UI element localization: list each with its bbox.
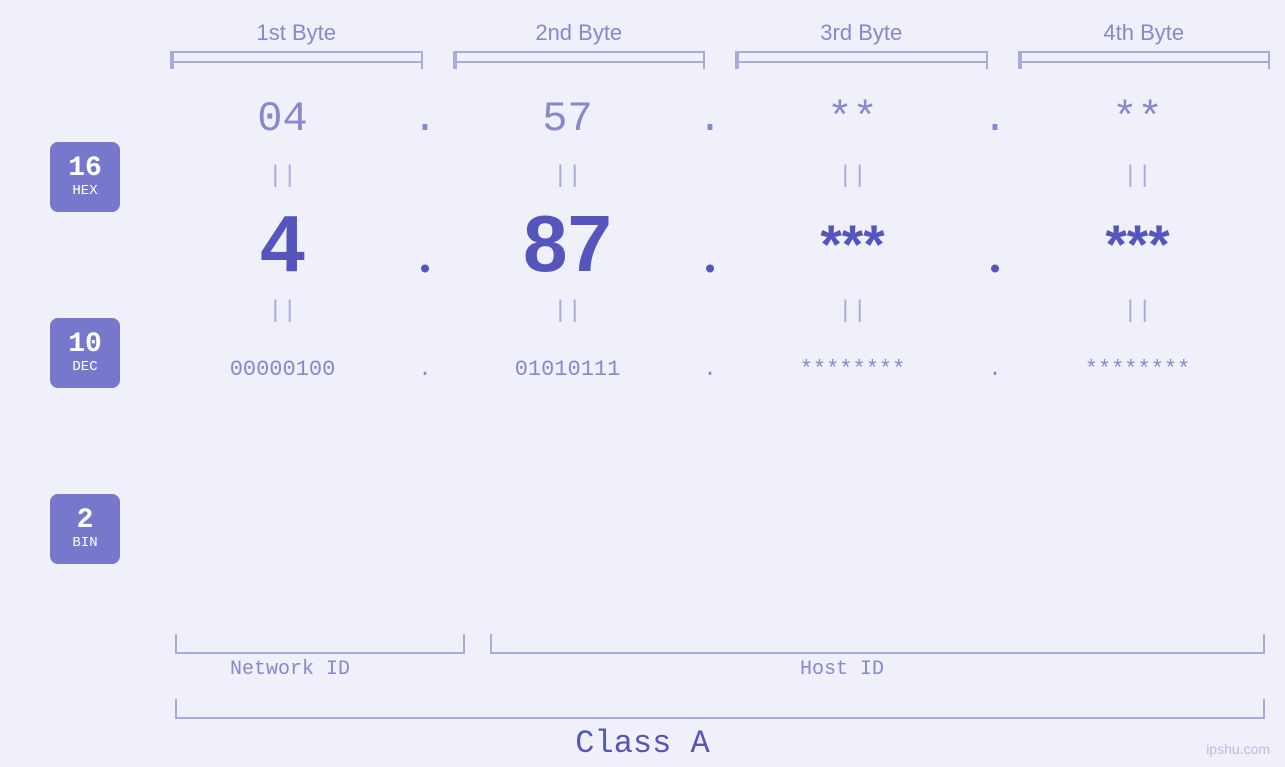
hex-badge: 16 HEX (50, 142, 120, 212)
hex-badge-number: 16 (68, 155, 102, 183)
hex-row: 04 . 57 . ** . ** (155, 79, 1265, 159)
bin-b4: ******** (1010, 357, 1265, 382)
bin-dot1: . (410, 357, 440, 382)
dec-b4: *** (1010, 212, 1265, 276)
byte-headers: 1st Byte 2nd Byte 3rd Byte 4th Byte (0, 20, 1285, 46)
dec-b3: *** (725, 212, 980, 276)
bin-dot3: . (980, 357, 1010, 382)
bin-badge-label: BIN (72, 535, 97, 551)
byte1-header: 1st Byte (155, 20, 438, 46)
hex-b3: ** (725, 95, 980, 143)
bin-badge: 2 BIN (50, 494, 120, 564)
dec-row: 4 • 87 • *** • *** (155, 194, 1265, 294)
eq2-b3: || (725, 298, 980, 325)
bin-b2: 01010111 (440, 357, 695, 382)
dec-dot3: • (980, 197, 1010, 291)
eq2-b2: || (440, 298, 695, 325)
network-host-brackets: Network ID Host ID (0, 632, 1285, 692)
dec-dot2: • (695, 197, 725, 291)
hex-dot1: . (410, 95, 440, 143)
watermark: ipshu.com (1206, 741, 1270, 757)
eq2-b1: || (155, 298, 410, 325)
byte4-header: 4th Byte (1003, 20, 1285, 46)
bin-badge-number: 2 (77, 507, 94, 535)
hex-dot3: . (980, 95, 1010, 143)
eq1-b2: || (440, 163, 695, 190)
hex-b2: 57 (440, 95, 695, 143)
dec-b1: 4 (155, 198, 410, 290)
dec-badge-label: DEC (72, 359, 97, 375)
main-container: 1st Byte 2nd Byte 3rd Byte 4th Byte 16 H… (0, 0, 1285, 767)
host-id-label: Host ID (800, 658, 884, 681)
byte3-header: 3rd Byte (720, 20, 1003, 46)
dec-badge: 10 DEC (50, 318, 120, 388)
eq1-b3: || (725, 163, 980, 190)
dec-badge-number: 10 (68, 331, 102, 359)
bin-b1: 00000100 (155, 357, 410, 382)
hex-badge-label: HEX (72, 183, 97, 199)
hex-b1: 04 (155, 95, 410, 143)
full-bracket-area: Class A (0, 697, 1285, 767)
bracket-byte1 (170, 51, 423, 69)
full-bracket (175, 699, 1265, 719)
bin-dot2: . (695, 357, 725, 382)
bracket-byte4 (1018, 51, 1271, 69)
eq2-b4: || (1010, 298, 1265, 325)
content-area: 16 HEX 10 DEC 2 BIN 04 . 57 . ** . ** (0, 79, 1285, 627)
eq1-b1: || (155, 163, 410, 190)
network-id-label: Network ID (230, 658, 350, 681)
bin-row: 00000100 . 01010111 . ******** . *******… (155, 329, 1265, 409)
eq1-b4: || (1010, 163, 1265, 190)
hex-b4: ** (1010, 95, 1265, 143)
data-grid: 04 . 57 . ** . ** || || || || 4 • (155, 79, 1285, 627)
network-bracket (175, 634, 465, 654)
bin-b3: ******** (725, 357, 980, 382)
equals-row-1: || || || || (155, 159, 1265, 194)
class-a-label: Class A (575, 725, 709, 762)
bracket-byte2 (453, 51, 706, 69)
equals-row-2: || || || || (155, 294, 1265, 329)
top-brackets (0, 51, 1285, 69)
badges-column: 16 HEX 10 DEC 2 BIN (0, 79, 155, 627)
byte2-header: 2nd Byte (438, 20, 721, 46)
dec-b2: 87 (440, 198, 695, 290)
dec-dot1: • (410, 197, 440, 291)
host-bracket (490, 634, 1265, 654)
hex-dot2: . (695, 95, 725, 143)
bracket-byte3 (735, 51, 988, 69)
